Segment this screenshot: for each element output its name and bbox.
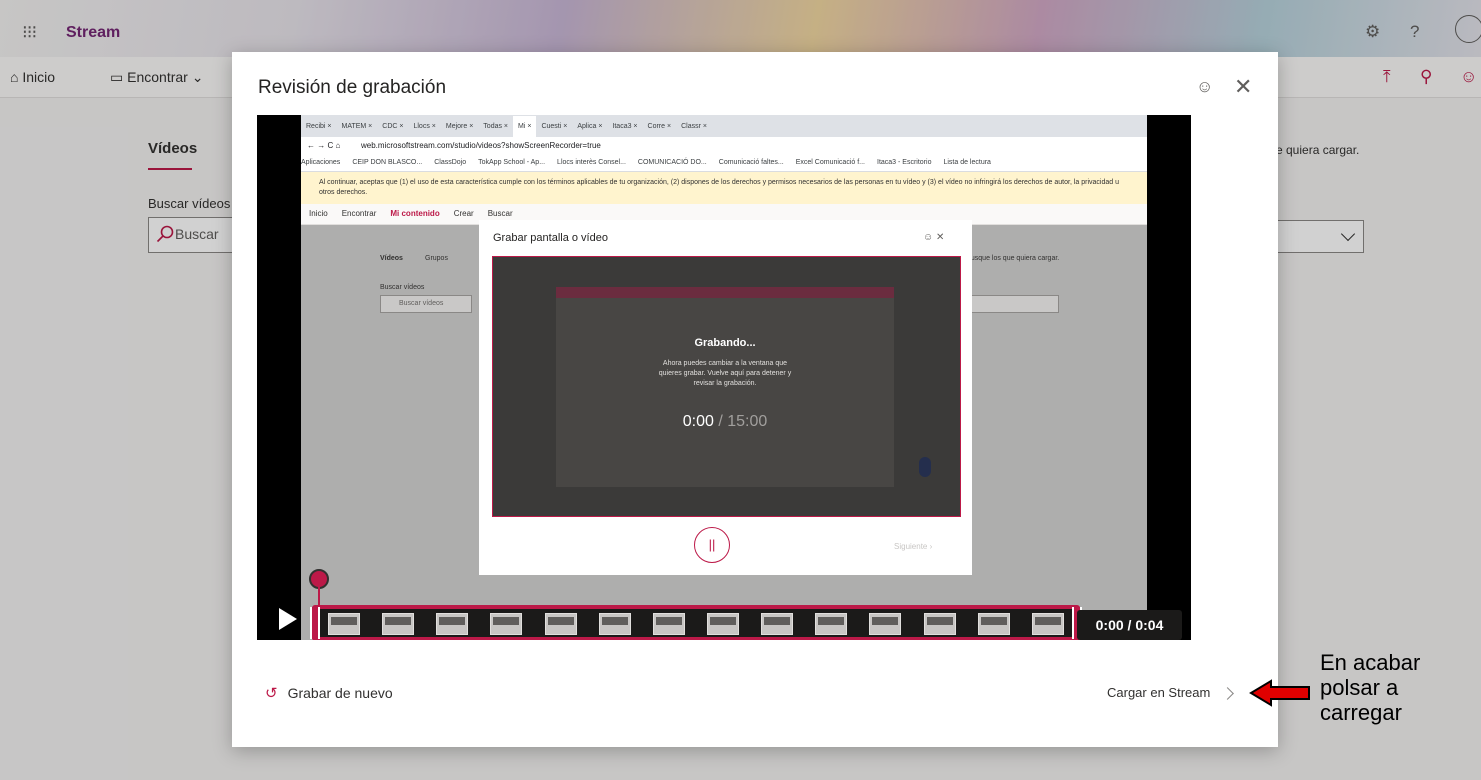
browser-tab: Llocs × (413, 123, 436, 130)
browser-tab: Corre × (647, 123, 672, 130)
bookmark-item: Aplicaciones (301, 159, 341, 166)
bookmark-item: Itaca3 - Escritorio (877, 159, 932, 166)
recording-review-dialog: Revisión de grabación ☺ ✕ Recibi × MATEM … (232, 52, 1278, 747)
inner-dropdown (961, 295, 1059, 313)
bookmark-item: Lista de lectura (943, 159, 991, 166)
timeline-thumbnail (490, 613, 523, 635)
timeline-thumbnail (436, 613, 469, 635)
inner-tab-groups: Grupos (425, 255, 448, 262)
recorder-next-button: Siguiente › (894, 542, 933, 551)
bookmark-item: Excel Comunicació f... (795, 159, 865, 166)
recorded-screen: Recibi × MATEM × CDC × Llocs × Mejore × Todas… (301, 115, 1147, 640)
browser-tab: Classr × (681, 123, 707, 130)
browser-tab: MATEM × (341, 123, 373, 130)
browser-address-bar: ← → C ⌂ web.microsoftstream.com/studio/v… (301, 137, 1147, 155)
inner-nav-item: Crear (453, 209, 474, 218)
feedback-smile-icon[interactable]: ☺ (1196, 77, 1213, 97)
recorder-header-icons: ☺ ✕ (923, 232, 945, 243)
inner-nav-item: Inicio (309, 209, 328, 218)
inner-tab-videos: Vídeos (380, 255, 403, 262)
close-icon[interactable]: ✕ (1234, 74, 1252, 100)
undo-icon: ↺ (265, 685, 278, 702)
recorder-preview: Grabando... Ahora puedes cambiar a la ve… (492, 256, 961, 517)
time-display: 0:00 / 0:04 (1077, 610, 1182, 640)
annotation-line-3: carregar (1320, 700, 1402, 725)
recorder-title: Grabar pantalla o vídeo (493, 232, 608, 244)
annotation-text: En acabar polsar a carregar (1320, 650, 1460, 725)
bookmark-item: COMUNICACIÓ DO... (637, 159, 707, 166)
recording-status: Grabando... (694, 337, 756, 349)
play-icon[interactable] (279, 608, 297, 630)
annotation-line-1: En acabar (1320, 650, 1421, 675)
timeline-thumbnail (815, 613, 848, 635)
timeline-thumbnails (328, 613, 1064, 635)
browser-nav-icons: ← → C ⌂ (307, 141, 341, 150)
recording-panel-header (556, 287, 894, 298)
browser-tab: Recibi × (306, 123, 332, 130)
microphone-icon (919, 457, 931, 477)
inner-nav-item: Buscar (487, 209, 513, 218)
browser-tab-strip: Recibi × MATEM × CDC × Llocs × Mejore × Todas… (301, 115, 1147, 138)
record-again-label: Grabar de nuevo (287, 685, 393, 701)
annotation-line-2: polsar a (1320, 675, 1399, 700)
bookmark-item: Llocs interès Consel... (557, 159, 626, 166)
browser-url: web.microsoftstream.com/studio/videos?sh… (361, 141, 601, 150)
pause-icon: || (694, 527, 730, 563)
timeline-thumbnail (598, 613, 631, 635)
record-again-button[interactable]: ↺ Grabar de nuevo (265, 684, 393, 702)
recording-panel: Grabando... Ahora puedes cambiar a la ve… (556, 287, 894, 487)
video-player[interactable]: Recibi × MATEM × CDC × Llocs × Mejore × Todas… (257, 115, 1191, 640)
browser-tab: Itaca3 × (612, 123, 638, 130)
recorder-next-label: Siguiente (894, 542, 928, 551)
bookmark-item: Comunicació faltes... (718, 159, 784, 166)
consent-notice-text: Al continuar, aceptas que (1) el uso de … (319, 179, 1119, 196)
chevron-right-icon[interactable] (1221, 687, 1234, 700)
inner-search-placeholder: Buscar vídeos (399, 300, 444, 307)
timeline-thumbnail (761, 613, 794, 635)
bookmark-item: TokApp School - Ap... (478, 159, 546, 166)
timeline-thumbnail (328, 613, 360, 635)
recording-total: / 15:00 (718, 413, 768, 430)
inner-search-label: Buscar vídeos (380, 284, 425, 291)
inner-nav-item: Mi contenido (390, 209, 440, 218)
browser-tab: Todas × (483, 123, 509, 130)
timeline-thumbnail (869, 613, 902, 635)
timeline-thumbnail (977, 613, 1010, 635)
inner-search-input: Buscar vídeos (380, 295, 472, 313)
upload-label: Cargar en Stream (1107, 685, 1211, 700)
bookmark-item: ClassDojo (434, 159, 467, 166)
timeline-thumbnail (923, 613, 956, 635)
trim-start-handle[interactable] (310, 607, 320, 639)
recording-timer: 0:00 / 15:00 (556, 413, 894, 431)
browser-bookmarks-bar: Aplicaciones CEIP DON BLASCO... ClassDojo T… (301, 155, 1147, 172)
recording-description: Ahora puedes cambiar a la ventana que qu… (658, 360, 792, 387)
bookmark-item: CEIP DON BLASCO... (352, 159, 423, 166)
browser-tab: CDC × (382, 123, 404, 130)
browser-tab: Mejore × (445, 123, 474, 130)
inner-nav-item: Encontrar (341, 209, 377, 218)
timeline-thumbnail (1031, 613, 1064, 635)
browser-tab: Cuesti × (541, 123, 568, 130)
timeline-thumbnail (706, 613, 739, 635)
timeline-thumbnail (652, 613, 685, 635)
browser-tab: Aplica × (577, 123, 603, 130)
timeline-thumbnail (382, 613, 415, 635)
inner-right-text: busque los que quiera cargar. (967, 255, 1060, 262)
consent-notice: Al continuar, aceptas que (1) el uso de … (301, 172, 1147, 204)
timeline-thumbnail (544, 613, 577, 635)
screen-recorder-dialog: Grabar pantalla o vídeo ☺ ✕ Grabando... … (479, 220, 972, 575)
trim-timeline[interactable] (310, 605, 1082, 640)
recording-elapsed: 0:00 (682, 413, 714, 430)
dialog-title: Revisión de grabación (258, 77, 447, 98)
upload-to-stream-button[interactable]: Cargar en Stream (1107, 685, 1210, 700)
browser-tab: Mi × (513, 116, 537, 138)
annotation-arrow-icon (1249, 679, 1310, 707)
